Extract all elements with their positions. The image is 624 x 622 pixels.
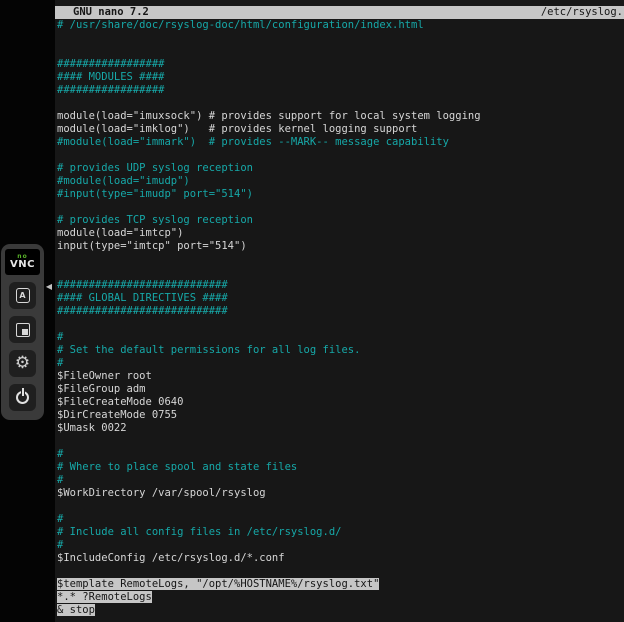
- nano-version: GNU nano 7.2: [55, 6, 149, 19]
- editor-line: #: [57, 513, 624, 526]
- editor-line: #: [57, 539, 624, 552]
- nano-filename: /etc/rsyslog.: [541, 6, 624, 19]
- terminal-screen[interactable]: GNU nano 7.2 /etc/rsyslog. # /usr/share/…: [55, 0, 624, 622]
- novnc-logo: no VNC: [5, 249, 40, 275]
- editor-line: $template RemoteLogs, "/opt/%HOSTNAME%/r…: [57, 578, 624, 591]
- editor-line: # Include all config files in /etc/rsysl…: [57, 526, 624, 539]
- editor-line: # Set the default permissions for all lo…: [57, 344, 624, 357]
- editor-line: [57, 565, 624, 578]
- editor-line: [57, 45, 624, 58]
- novnc-control-bar: no VNC A ⚙: [1, 244, 44, 420]
- editor-line: #: [57, 474, 624, 487]
- editor-line: #: [57, 357, 624, 370]
- editor-line: #################: [57, 84, 624, 97]
- editor-line: #################: [57, 58, 624, 71]
- editor-line: #: [57, 331, 624, 344]
- editor-line: # provides TCP syslog reception: [57, 214, 624, 227]
- power-icon: [16, 391, 29, 404]
- nano-editor-area: # /usr/share/doc/rsyslog-doc/html/config…: [55, 19, 624, 617]
- editor-line: ###########################: [57, 279, 624, 292]
- editor-line: $WorkDirectory /var/spool/rsyslog: [57, 487, 624, 500]
- editor-line: *.* ?RemoteLogs: [57, 591, 624, 604]
- settings-button[interactable]: ⚙: [9, 350, 36, 377]
- editor-line: $FileGroup adm: [57, 383, 624, 396]
- editor-line: # /usr/share/doc/rsyslog-doc/html/config…: [57, 19, 624, 32]
- power-button[interactable]: [9, 384, 36, 411]
- editor-line: [57, 253, 624, 266]
- editor-line: #module(load="immark") # provides --MARK…: [57, 136, 624, 149]
- clipboard-icon: A: [16, 288, 30, 303]
- clipboard-button[interactable]: A: [9, 282, 36, 309]
- fullscreen-button[interactable]: [9, 316, 36, 343]
- editor-line: #: [57, 448, 624, 461]
- editor-line: [57, 97, 624, 110]
- vnc-left-strip: no VNC A ⚙ ◀: [0, 0, 55, 622]
- novnc-logo-vnc: VNC: [10, 260, 35, 270]
- fullscreen-icon: [16, 323, 30, 337]
- editor-line: module(load="imtcp"): [57, 227, 624, 240]
- editor-line: [57, 201, 624, 214]
- editor-line: ###########################: [57, 305, 624, 318]
- panel-collapse-handle[interactable]: ◀: [44, 279, 54, 294]
- editor-line: [57, 32, 624, 45]
- editor-line: #input(type="imudp" port="514"): [57, 188, 624, 201]
- editor-line: [57, 149, 624, 162]
- editor-line: $DirCreateMode 0755: [57, 409, 624, 422]
- editor-line: [57, 500, 624, 513]
- editor-line: input(type="imtcp" port="514"): [57, 240, 624, 253]
- editor-line: [57, 318, 624, 331]
- editor-line: module(load="imklog") # provides kernel …: [57, 123, 624, 136]
- editor-line: [57, 435, 624, 448]
- editor-line: # provides UDP syslog reception: [57, 162, 624, 175]
- editor-line: $IncludeConfig /etc/rsyslog.d/*.conf: [57, 552, 624, 565]
- editor-line: $Umask 0022: [57, 422, 624, 435]
- editor-line: & stop: [57, 604, 624, 617]
- gear-icon: ⚙: [15, 355, 30, 372]
- editor-line: # Where to place spool and state files: [57, 461, 624, 474]
- editor-line: #### GLOBAL DIRECTIVES ####: [57, 292, 624, 305]
- editor-line: $FileCreateMode 0640: [57, 396, 624, 409]
- editor-line: #### MODULES ####: [57, 71, 624, 84]
- editor-line: $FileOwner root: [57, 370, 624, 383]
- editor-line: [57, 266, 624, 279]
- nano-title-bar: GNU nano 7.2 /etc/rsyslog.: [55, 6, 624, 19]
- editor-line: #module(load="imudp"): [57, 175, 624, 188]
- editor-line: module(load="imuxsock") # provides suppo…: [57, 110, 624, 123]
